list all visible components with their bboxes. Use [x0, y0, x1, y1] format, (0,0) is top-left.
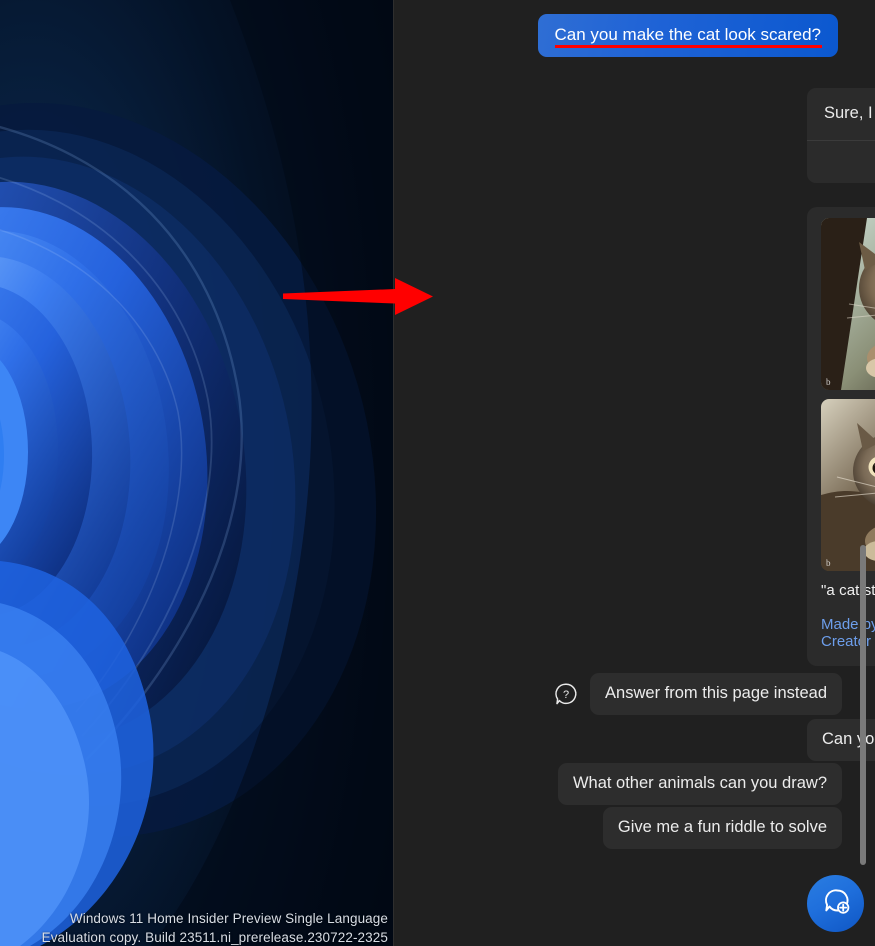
suggestion-row-riddle: Give me a fun riddle to solve [602, 807, 842, 849]
new-chat-bubble-plus-icon [820, 885, 852, 922]
user-message-row: Can you make the cat look scared? [394, 14, 875, 57]
sidebar-scrollbar-track[interactable] [857, 0, 869, 946]
desktop-wallpaper: Windows 11 Home Insider Preview Single L… [0, 0, 393, 946]
user-message-text: Can you make the cat look scared? [554, 25, 821, 44]
question-bubble-icon: ? [553, 681, 579, 707]
new-topic-button[interactable] [807, 875, 864, 932]
red-annotation-arrow [283, 278, 433, 315]
answer-from-page-row: ? Answer from this page instead [553, 673, 842, 715]
suggestion-answer-from-page[interactable]: Answer from this page instead [590, 673, 842, 715]
suggestion-chip-2[interactable]: What other animals can you draw? [557, 763, 842, 805]
red-underline-annotation [554, 44, 822, 48]
suggestion-row-dog: Can you add a dog barking at the bottom … [807, 719, 875, 761]
user-message-bubble[interactable]: Can you make the cat look scared? [537, 14, 838, 57]
svg-text:?: ? [563, 689, 569, 701]
windows-watermark-line1: Windows 11 Home Insider Preview Single L… [69, 911, 388, 926]
suggestion-chip-3[interactable]: Give me a fun riddle to solve [602, 807, 842, 849]
sidebar-scrollbar-thumb[interactable] [860, 545, 866, 865]
bloom-wallpaper-art [0, 0, 393, 946]
image-watermark: b [826, 558, 831, 568]
chat-sidebar-panel: Can you make the cat look scared? Sure, … [393, 0, 875, 946]
screen-root: Windows 11 Home Insider Preview Single L… [0, 0, 875, 946]
image-watermark: b [826, 377, 831, 387]
windows-watermark-line2: Evaluation copy. Build 23511.ni_prerelea… [41, 930, 388, 945]
suggestion-row-animals: What other animals can you draw? [557, 763, 842, 805]
